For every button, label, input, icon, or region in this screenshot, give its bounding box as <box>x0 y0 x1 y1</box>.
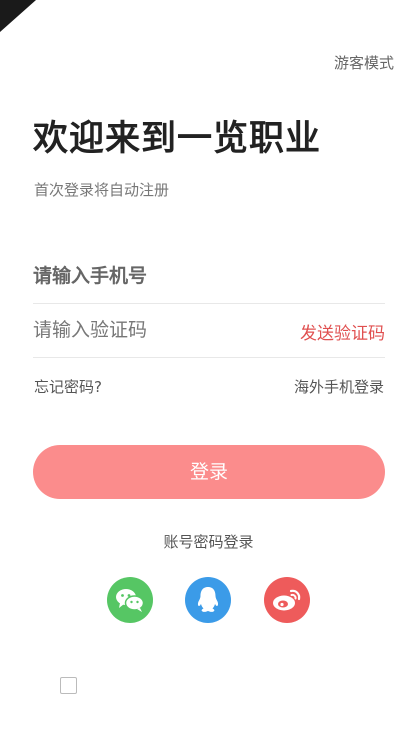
wechat-login-button[interactable] <box>107 577 153 623</box>
phone-input[interactable] <box>33 250 273 302</box>
agreement-checkbox[interactable] <box>60 677 77 694</box>
forgot-password-link[interactable]: 忘记密码? <box>34 376 102 397</box>
page-title: 欢迎来到一览职业 <box>33 119 322 159</box>
overseas-login-link[interactable]: 海外手机登录 <box>294 376 384 397</box>
corner-decoration <box>0 0 36 32</box>
guest-mode-link[interactable]: 游客模式 <box>334 52 394 73</box>
login-button[interactable]: 登录 <box>33 445 385 499</box>
send-code-button[interactable]: 发送验证码 <box>300 319 385 344</box>
weibo-login-button[interactable] <box>264 577 310 623</box>
code-input[interactable] <box>33 304 273 356</box>
qq-login-button[interactable] <box>185 577 231 623</box>
qq-icon <box>197 587 219 612</box>
phone-field <box>33 250 385 304</box>
weibo-icon <box>273 589 301 611</box>
page-subtitle: 首次登录将自动注册 <box>34 181 170 199</box>
wechat-icon <box>116 589 145 612</box>
password-login-link[interactable]: 账号密码登录 <box>0 531 417 552</box>
code-field: 发送验证码 <box>33 304 385 358</box>
